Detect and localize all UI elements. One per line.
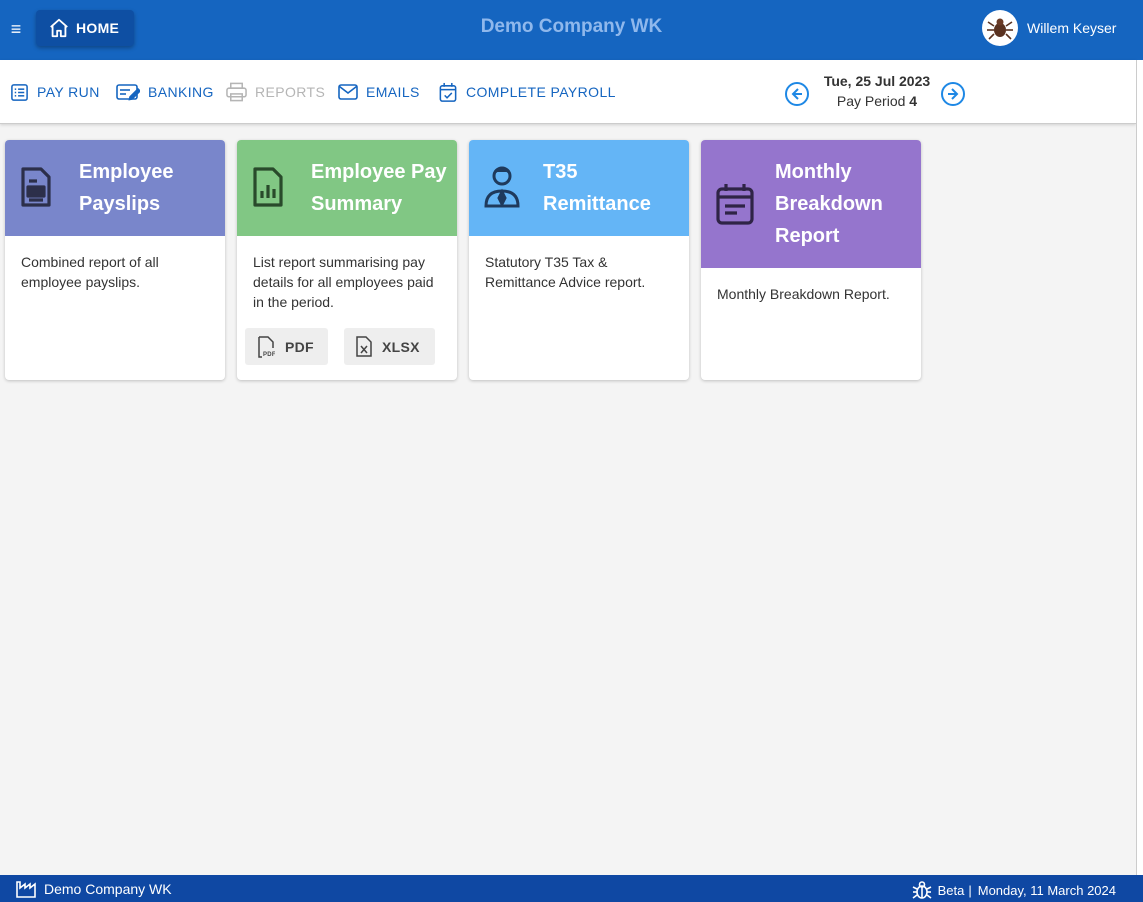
- list-icon: [11, 83, 28, 101]
- toolbar: PAY RUN BANKING REPORTS EMAILS COMPLETE …: [0, 60, 1136, 124]
- report-card-employee-pay-summary[interactable]: Employee Pay Summary List report summari…: [237, 140, 457, 380]
- card-description: Monthly Breakdown Report.: [717, 286, 890, 302]
- card-description: Combined report of all employee payslips…: [21, 254, 159, 290]
- pdf-file-icon: PDF: [258, 335, 275, 358]
- pay-run-label: PAY RUN: [37, 84, 100, 100]
- svg-text:PDF: PDF: [263, 352, 275, 358]
- card-header: T35 Remittance: [469, 140, 689, 236]
- footer-divider: |: [968, 882, 972, 898]
- person-tie-icon: [484, 166, 520, 208]
- edit-icon: [116, 84, 140, 101]
- card-description: Statutory T35 Tax & Remittance Advice re…: [485, 254, 646, 290]
- arrow-right-icon[interactable]: [940, 81, 966, 107]
- user-name[interactable]: Willem Keyser: [1027, 20, 1116, 36]
- card-header: Employee Pay Summary: [237, 140, 457, 236]
- footer-status: Beta | Monday, 11 March 2024: [912, 880, 1116, 900]
- pay-period-label: Pay Period: [836, 93, 906, 109]
- scrollbar[interactable]: [1136, 60, 1143, 875]
- report-card-monthly-breakdown[interactable]: Monthly Breakdown Report Monthly Breakdo…: [701, 140, 921, 380]
- top-app-bar: ≡ HOME Demo Company WK Willem Keyser: [0, 0, 1143, 60]
- footer-date: Monday, 11 March 2024: [977, 882, 1116, 898]
- bug-icon: [912, 881, 932, 899]
- card-header: Monthly Breakdown Report: [701, 140, 921, 268]
- emails-label: EMAILS: [366, 84, 420, 100]
- footer: Demo Company WK Beta | Monday, 11 March …: [0, 875, 1143, 902]
- pdf-download-button[interactable]: PDF PDF: [245, 328, 328, 365]
- complete-payroll-button[interactable]: COMPLETE PAYROLL: [438, 82, 616, 102]
- pdf-button-label: PDF: [285, 338, 314, 355]
- footer-company-name: Demo Company WK: [44, 881, 172, 897]
- beta-label[interactable]: Beta: [938, 883, 965, 898]
- avatar[interactable]: [982, 10, 1018, 46]
- report-chart-icon: [253, 167, 283, 207]
- pay-period-selector: Tue, 25 Jul 2023 Pay Period 4: [784, 73, 970, 113]
- factory-icon: [16, 881, 36, 898]
- report-card-t35-remittance[interactable]: T35 Remittance Statutory T35 Tax & Remit…: [469, 140, 689, 380]
- report-card-employee-payslips[interactable]: Employee Payslips Combined report of all…: [5, 140, 225, 380]
- company-title: Demo Company WK: [480, 16, 663, 37]
- xlsx-file-icon: [356, 336, 372, 357]
- calendar-icon: [716, 184, 754, 225]
- complete-payroll-label: COMPLETE PAYROLL: [466, 84, 616, 100]
- reports-label: REPORTS: [255, 84, 326, 100]
- printer-icon: [226, 82, 247, 102]
- card-title: Monthly Breakdown Report: [775, 161, 883, 247]
- reports-button[interactable]: REPORTS: [226, 82, 325, 102]
- emails-button[interactable]: EMAILS: [338, 82, 420, 102]
- pay-run-button[interactable]: PAY RUN: [10, 82, 100, 102]
- xlsx-download-button[interactable]: XLSX: [344, 328, 435, 365]
- card-title: T35 Remittance: [543, 161, 651, 215]
- xlsx-button-label: XLSX: [382, 338, 420, 355]
- banking-button[interactable]: BANKING: [116, 82, 214, 102]
- bug-avatar-icon: [987, 18, 1013, 40]
- card-description: List report summarising pay details for …: [253, 254, 434, 310]
- card-title: Employee Payslips: [79, 161, 174, 215]
- pay-period-value: 4: [909, 93, 918, 109]
- envelope-icon: [338, 84, 358, 100]
- calendar-check-icon: [439, 82, 457, 102]
- footer-company: Demo Company WK: [16, 880, 172, 898]
- card-header: Employee Payslips: [5, 140, 225, 236]
- card-title: Employee Pay Summary: [311, 161, 447, 215]
- document-icon: [21, 167, 51, 207]
- banking-label: BANKING: [148, 84, 214, 100]
